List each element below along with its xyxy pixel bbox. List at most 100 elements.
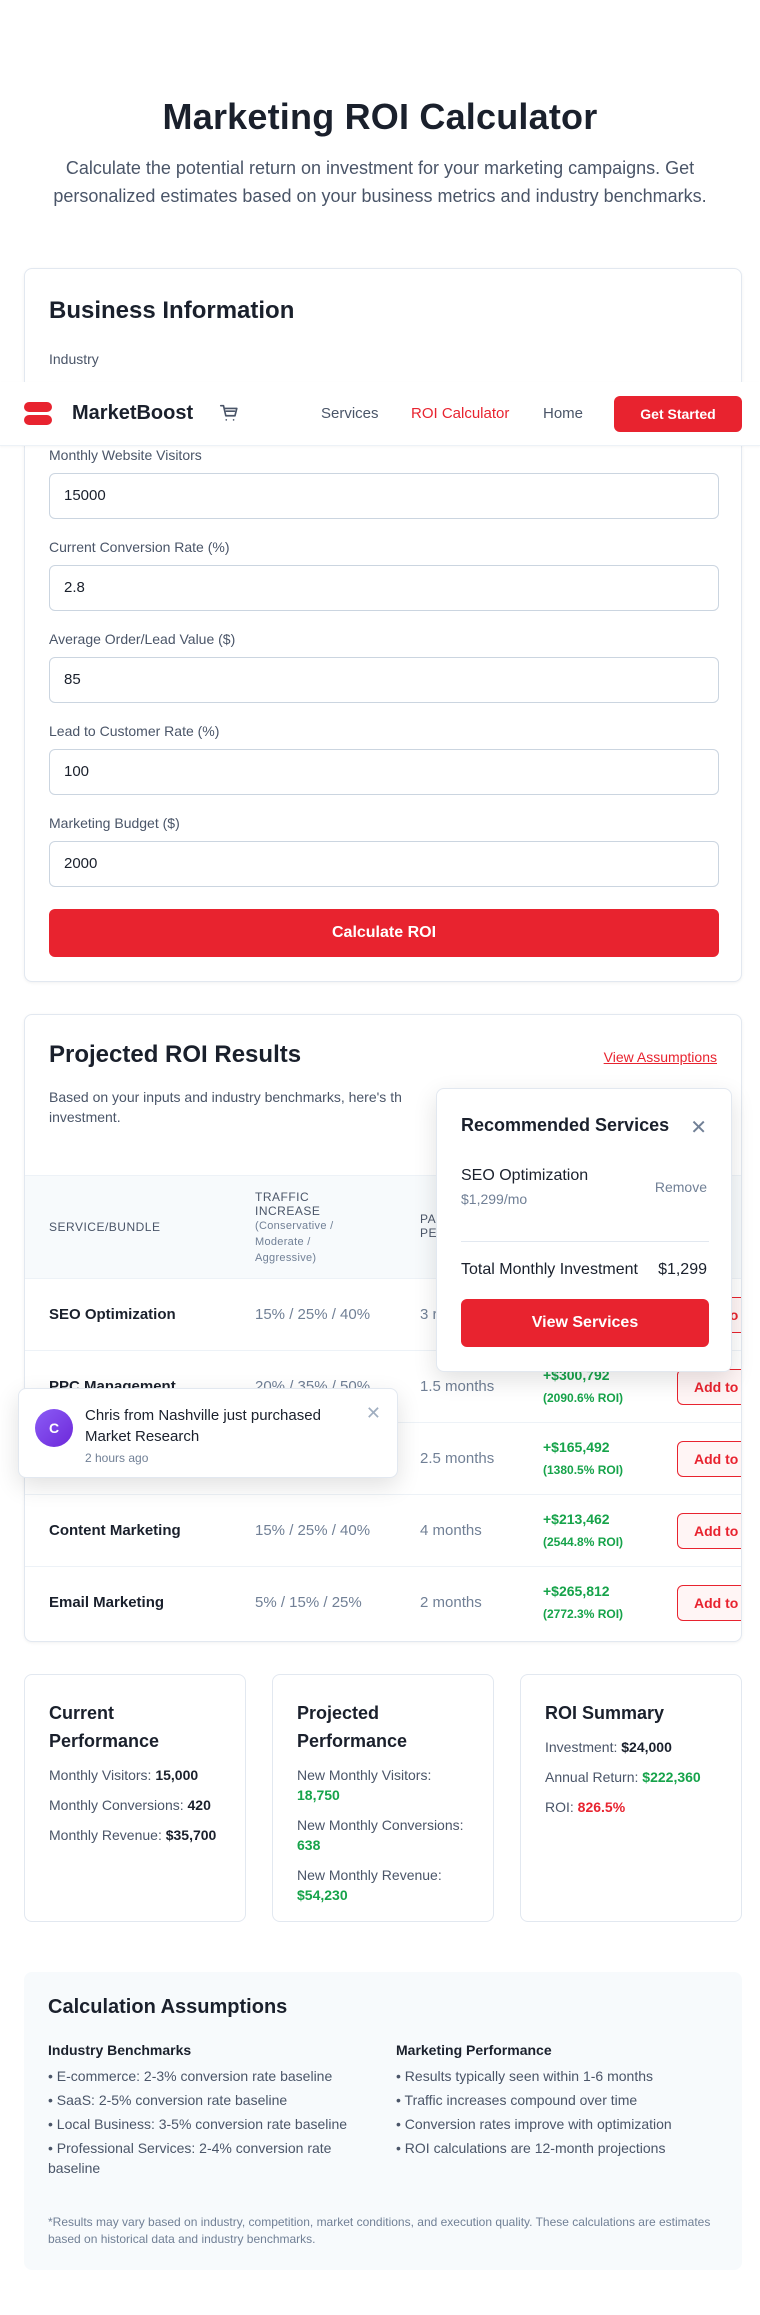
- conversion-rate-label: Current Conversion Rate (%): [49, 539, 230, 555]
- industry-benchmarks-title: Industry Benchmarks: [48, 2042, 192, 2058]
- col-traffic-label: TRAFFIC INCREASE: [255, 1190, 321, 1218]
- logo-icon[interactable]: [24, 402, 52, 428]
- row-payback: 1.5 months: [420, 1378, 495, 1395]
- row-service: SEO Optimization: [49, 1306, 176, 1323]
- results-intro: Based on your inputs and industry benchm…: [49, 1089, 402, 1125]
- row-roi: +$165,492: [543, 1439, 610, 1455]
- visitors-input[interactable]: 15000: [49, 473, 719, 519]
- row-traffic: 15% / 25% / 40%: [255, 1306, 371, 1323]
- budget-label: Marketing Budget ($): [49, 815, 180, 831]
- assumptions-disclaimer: *Results may vary based on industry, com…: [48, 2215, 711, 2246]
- order-value-input[interactable]: 85: [49, 657, 719, 703]
- navbar: MarketBoost Services ROI Calculator Home…: [0, 382, 760, 446]
- col-traffic-sub: (Conservative / Moderate / Aggressive): [255, 1220, 334, 1264]
- nav-home[interactable]: Home: [543, 405, 583, 422]
- row-payback: 2.5 months: [420, 1450, 495, 1467]
- row-service: Email Marketing: [49, 1594, 165, 1611]
- total-investment-label: Total Monthly Investment: [461, 1261, 638, 1278]
- current-performance-title: Current Performance: [49, 1703, 160, 1751]
- close-icon[interactable]: ✕: [366, 1403, 381, 1424]
- nav-services[interactable]: Services: [321, 405, 379, 422]
- industry-benchmarks: Industry Benchmarks • E-commerce: 2-3% c…: [48, 2042, 368, 2182]
- purchase-notification: C Chris from Nashville just purchased Ma…: [18, 1388, 398, 1478]
- calculate-roi-button[interactable]: Calculate ROI: [49, 909, 719, 957]
- recommended-item-price: $1,299/mo: [461, 1191, 528, 1207]
- row-payback: 2 months: [420, 1594, 482, 1611]
- table-row: Email Marketing 5% / 15% / 25% 2 months …: [25, 1567, 741, 1639]
- projected-revenue: New Monthly Revenue: $54,230: [297, 1867, 442, 1903]
- projected-visitors: New Monthly Visitors: 18,750: [297, 1767, 432, 1803]
- row-traffic: 15% / 25% / 40%: [255, 1522, 371, 1539]
- cart-icon[interactable]: [218, 402, 240, 424]
- industry-label: Industry: [49, 351, 99, 367]
- order-value-label: Average Order/Lead Value ($): [49, 631, 236, 647]
- list-item: • E-commerce: 2-3% conversion rate basel…: [48, 2068, 333, 2084]
- row-roi-percent: (1380.5% ROI): [543, 1463, 624, 1477]
- summary-investment: Investment: $24,000: [545, 1739, 672, 1755]
- close-icon[interactable]: ✕: [690, 1115, 707, 1140]
- roi-summary-card: ROI Summary Investment: $24,000 Annual R…: [520, 1674, 742, 1922]
- brand-name[interactable]: MarketBoost: [72, 402, 193, 425]
- list-item: • Results typically seen within 1-6 mont…: [396, 2068, 654, 2084]
- conversion-rate-input[interactable]: 2.8: [49, 565, 719, 611]
- recommended-item-name: SEO Optimization: [461, 1167, 589, 1184]
- row-payback: 3 r: [420, 1306, 438, 1323]
- row-roi: +$265,812: [543, 1583, 610, 1599]
- recommended-title: Recommended Services: [461, 1115, 670, 1135]
- nav-roi-calculator[interactable]: ROI Calculator: [411, 405, 509, 422]
- business-info-title: Business Information: [49, 297, 295, 324]
- business-info-card: Business Information Industry Monthly We…: [24, 268, 742, 982]
- roi-summary-title: ROI Summary: [545, 1703, 665, 1723]
- notification-time: 2 hours ago: [85, 1451, 149, 1465]
- row-traffic: 5% / 15% / 25%: [255, 1594, 362, 1611]
- col-service: SERVICE/BUNDLE: [49, 1220, 161, 1234]
- remove-item-button[interactable]: Remove: [655, 1179, 707, 1195]
- results-title: Projected ROI Results: [49, 1041, 302, 1068]
- marketing-performance: Marketing Performance • Results typicall…: [396, 2042, 716, 2162]
- view-assumptions-link[interactable]: View Assumptions: [604, 1049, 717, 1065]
- add-to-cart-button[interactable]: Add to: [677, 1513, 741, 1549]
- projected-performance-title: Projected Performance: [297, 1703, 408, 1751]
- total-investment-value: $1,299: [658, 1261, 707, 1278]
- table-row: Content Marketing 15% / 25% / 40% 4 mont…: [25, 1495, 741, 1567]
- list-item: • SaaS: 2-5% conversion rate baseline: [48, 2092, 288, 2108]
- lead-rate-input[interactable]: 100: [49, 749, 719, 795]
- page-subtitle: Calculate the potential return on invest…: [53, 158, 707, 206]
- current-visitors: Monthly Visitors: 15,000: [49, 1767, 199, 1783]
- col-traffic: TRAFFIC INCREASE (Conservative / Moderat…: [255, 1190, 365, 1266]
- row-roi-percent: (2544.8% ROI): [543, 1535, 624, 1549]
- list-item: • ROI calculations are 12-month projecti…: [396, 2140, 666, 2156]
- list-item: • Professional Services: 2-4% conversion…: [48, 2140, 332, 2176]
- add-to-cart-button[interactable]: Add to: [677, 1585, 741, 1621]
- avatar: C: [35, 1409, 73, 1447]
- list-item: • Conversion rates improve with optimiza…: [396, 2116, 672, 2132]
- row-roi-percent: (2772.3% ROI): [543, 1607, 624, 1621]
- current-conversions: Monthly Conversions: 420: [49, 1797, 211, 1813]
- divider: [461, 1241, 709, 1242]
- get-started-button[interactable]: Get Started: [614, 396, 742, 432]
- row-roi-percent: (2090.6% ROI): [543, 1391, 624, 1405]
- page-title: Marketing ROI Calculator: [162, 96, 598, 137]
- summary-annual-return: Annual Return: $222,360: [545, 1769, 701, 1785]
- row-service: Content Marketing: [49, 1522, 181, 1539]
- current-revenue: Monthly Revenue: $35,700: [49, 1827, 217, 1843]
- list-item: • Traffic increases compound over time: [396, 2092, 638, 2108]
- calculation-assumptions: Calculation Assumptions Industry Benchma…: [24, 1972, 742, 2270]
- current-performance-card: Current Performance Monthly Visitors: 15…: [24, 1674, 246, 1922]
- lead-rate-label: Lead to Customer Rate (%): [49, 723, 220, 739]
- assumptions-title: Calculation Assumptions: [48, 1996, 288, 2018]
- view-services-button[interactable]: View Services: [461, 1299, 709, 1347]
- projected-conversions: New Monthly Conversions: 638: [297, 1817, 464, 1853]
- hero: Marketing ROI Calculator Calculate the p…: [0, 0, 760, 210]
- row-payback: 4 months: [420, 1522, 482, 1539]
- add-to-cart-button[interactable]: Add to: [677, 1441, 741, 1477]
- budget-input[interactable]: 2000: [49, 841, 719, 887]
- notification-message: Chris from Nashville just purchased Mark…: [85, 1407, 321, 1445]
- list-item: • Local Business: 3-5% conversion rate b…: [48, 2116, 348, 2132]
- summary-roi: ROI: 826.5%: [545, 1799, 626, 1815]
- projected-performance-card: Projected Performance New Monthly Visito…: [272, 1674, 494, 1922]
- recommended-services-panel: Recommended Services ✕ SEO Optimization …: [436, 1088, 732, 1372]
- add-to-cart-button[interactable]: Add to: [677, 1369, 741, 1405]
- marketing-performance-title: Marketing Performance: [396, 2042, 552, 2058]
- visitors-label: Monthly Website Visitors: [49, 447, 202, 463]
